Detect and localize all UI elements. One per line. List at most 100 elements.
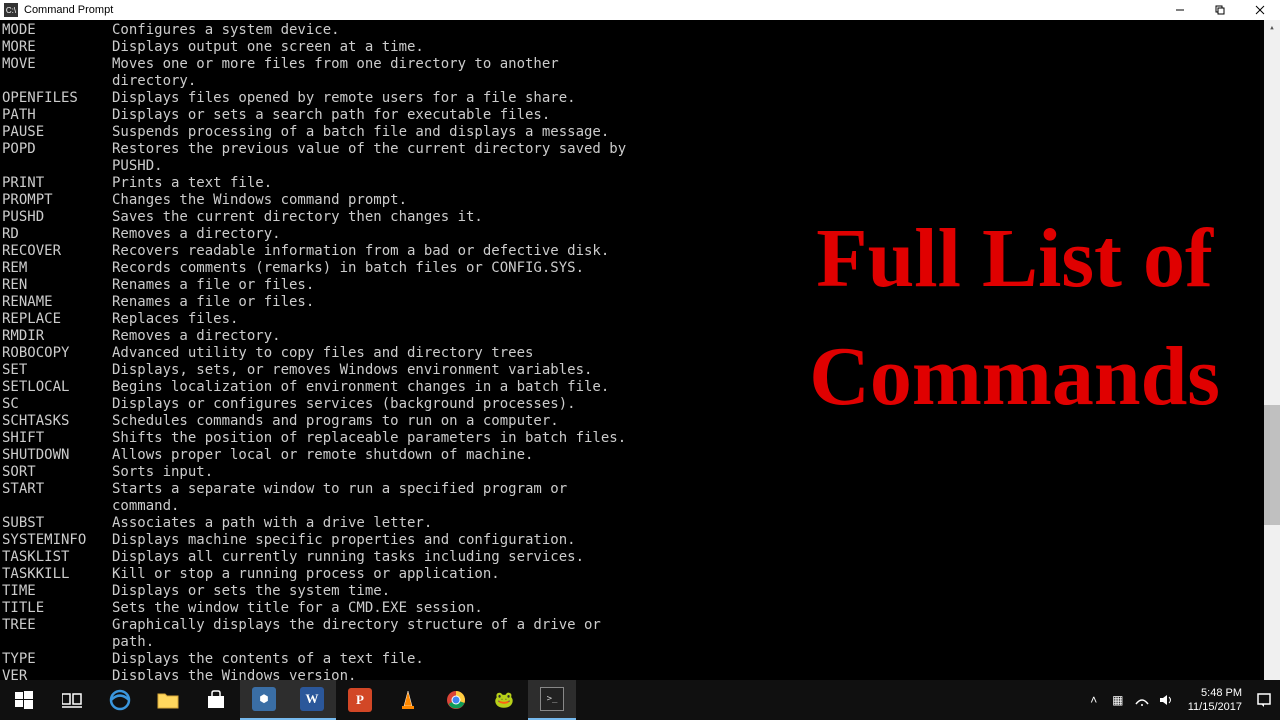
command-name: SYSTEMINFO (2, 532, 112, 549)
command-row: path. (2, 634, 1280, 651)
command-name: REM (2, 260, 112, 277)
edge-icon (108, 688, 132, 712)
taskbar-cmd[interactable]: >_ (528, 680, 576, 720)
command-row: RENRenames a file or files. (2, 277, 1280, 294)
command-name (2, 158, 112, 175)
command-row: SCDisplays or configures services (backg… (2, 396, 1280, 413)
maximize-button[interactable] (1200, 0, 1240, 20)
generic-app-icon: 🐸 (492, 688, 516, 712)
taskbar-vlc[interactable] (384, 680, 432, 720)
command-row: RECOVERRecovers readable information fro… (2, 243, 1280, 260)
notifications-icon[interactable] (1256, 692, 1272, 708)
command-row: SHIFTShifts the position of replaceable … (2, 430, 1280, 447)
command-description: Displays output one screen at a time. (112, 39, 424, 56)
command-name: RECOVER (2, 243, 112, 260)
date-text: 11/15/2017 (1188, 700, 1242, 714)
tray-app-icon[interactable]: ▦ (1110, 692, 1126, 708)
command-name: PATH (2, 107, 112, 124)
system-tray: ˄ ▦ 5:48 PM 11/15/2017 (1078, 686, 1280, 714)
minimize-button[interactable] (1160, 0, 1200, 20)
command-description: Suspends processing of a batch file and … (112, 124, 609, 141)
command-description: Sorts input. (112, 464, 213, 481)
command-description: Configures a system device. (112, 22, 340, 39)
command-name: SCHTASKS (2, 413, 112, 430)
command-name: MOVE (2, 56, 112, 73)
command-name: SORT (2, 464, 112, 481)
command-description: Displays the contents of a text file. (112, 651, 424, 668)
volume-icon[interactable] (1158, 692, 1174, 708)
command-name: REPLACE (2, 311, 112, 328)
taskbar-powerpoint[interactable]: P (336, 680, 384, 720)
scroll-thumb[interactable] (1264, 405, 1280, 525)
command-row: SYSTEMINFODisplays machine specific prop… (2, 532, 1280, 549)
command-description: Renames a file or files. (112, 294, 314, 311)
terminal-area[interactable]: MODEConfigures a system device.MOREDispl… (0, 20, 1280, 720)
command-list: MODEConfigures a system device.MOREDispl… (2, 22, 1280, 720)
window-controls (1160, 0, 1280, 20)
command-row: RENAMERenames a file or files. (2, 294, 1280, 311)
taskbar-app-2[interactable]: 🐸 (480, 680, 528, 720)
command-name: TASKLIST (2, 549, 112, 566)
command-description: Schedules commands and programs to run o… (112, 413, 559, 430)
taskbar: ⬢ W P 🐸 >_ ˄ ▦ 5:48 PM 11/15/2017 (0, 680, 1280, 720)
start-button[interactable] (0, 680, 48, 720)
command-row: ROBOCOPYAdvanced utility to copy files a… (2, 345, 1280, 362)
scroll-up-arrow-icon[interactable]: ▴ (1264, 20, 1280, 36)
folder-icon (156, 688, 180, 712)
command-row: TREEGraphically displays the directory s… (2, 617, 1280, 634)
taskbar-file-explorer[interactable] (144, 680, 192, 720)
command-name: TIME (2, 583, 112, 600)
command-name: PRINT (2, 175, 112, 192)
command-row: TYPEDisplays the contents of a text file… (2, 651, 1280, 668)
taskbar-edge[interactable] (96, 680, 144, 720)
tray-chevron-icon[interactable]: ˄ (1086, 692, 1102, 708)
taskbar-app-1[interactable]: ⬢ (240, 680, 288, 720)
command-name: SC (2, 396, 112, 413)
vlc-icon (396, 688, 420, 712)
command-row: SETDisplays, sets, or removes Windows en… (2, 362, 1280, 379)
command-description: Displays or configures services (backgro… (112, 396, 576, 413)
close-button[interactable] (1240, 0, 1280, 20)
command-name (2, 634, 112, 651)
command-name: MORE (2, 39, 112, 56)
taskbar-chrome[interactable] (432, 680, 480, 720)
command-description: Sets the window title for a CMD.EXE sess… (112, 600, 483, 617)
command-description: Removes a directory. (112, 328, 281, 345)
command-description: Graphically displays the directory struc… (112, 617, 601, 634)
command-description: Changes the Windows command prompt. (112, 192, 407, 209)
command-row: STARTStarts a separate window to run a s… (2, 481, 1280, 515)
network-icon[interactable] (1134, 692, 1150, 708)
taskbar-store[interactable] (192, 680, 240, 720)
command-row: TITLESets the window title for a CMD.EXE… (2, 600, 1280, 617)
taskbar-word[interactable]: W (288, 680, 336, 720)
command-row: PAUSESuspends processing of a batch file… (2, 124, 1280, 141)
command-name: TASKKILL (2, 566, 112, 583)
command-description: Displays or sets the system time. (112, 583, 390, 600)
command-name: RENAME (2, 294, 112, 311)
command-name: TREE (2, 617, 112, 634)
store-icon (204, 688, 228, 712)
command-name: OPENFILES (2, 90, 112, 107)
cmd-icon: C:\ (4, 3, 18, 17)
task-view-button[interactable] (48, 680, 96, 720)
command-row: TIMEDisplays or sets the system time. (2, 583, 1280, 600)
command-description: Moves one or more files from one directo… (112, 56, 559, 73)
command-row: TASKKILLKill or stop a running process o… (2, 566, 1280, 583)
command-description: Kill or stop a running process or applic… (112, 566, 500, 583)
cmd-taskbar-icon: >_ (540, 687, 564, 711)
command-description: Starts a separate window to run a specif… (112, 481, 632, 515)
command-row: SETLOCALBegins localization of environme… (2, 379, 1280, 396)
command-row: SUBSTAssociates a path with a drive lett… (2, 515, 1280, 532)
command-name: MODE (2, 22, 112, 39)
command-name: POPD (2, 141, 112, 158)
vertical-scrollbar[interactable]: ▴ ▾ (1264, 20, 1280, 720)
powerpoint-icon: P (348, 688, 372, 712)
command-row: MOVEMoves one or more files from one dir… (2, 56, 1280, 73)
clock[interactable]: 5:48 PM 11/15/2017 (1182, 686, 1248, 714)
command-row: REPLACEReplaces files. (2, 311, 1280, 328)
command-row: directory. (2, 73, 1280, 90)
command-row: SHUTDOWNAllows proper local or remote sh… (2, 447, 1280, 464)
titlebar[interactable]: C:\ Command Prompt (0, 0, 1280, 20)
command-description: directory. (112, 73, 196, 90)
command-description: Replaces files. (112, 311, 238, 328)
